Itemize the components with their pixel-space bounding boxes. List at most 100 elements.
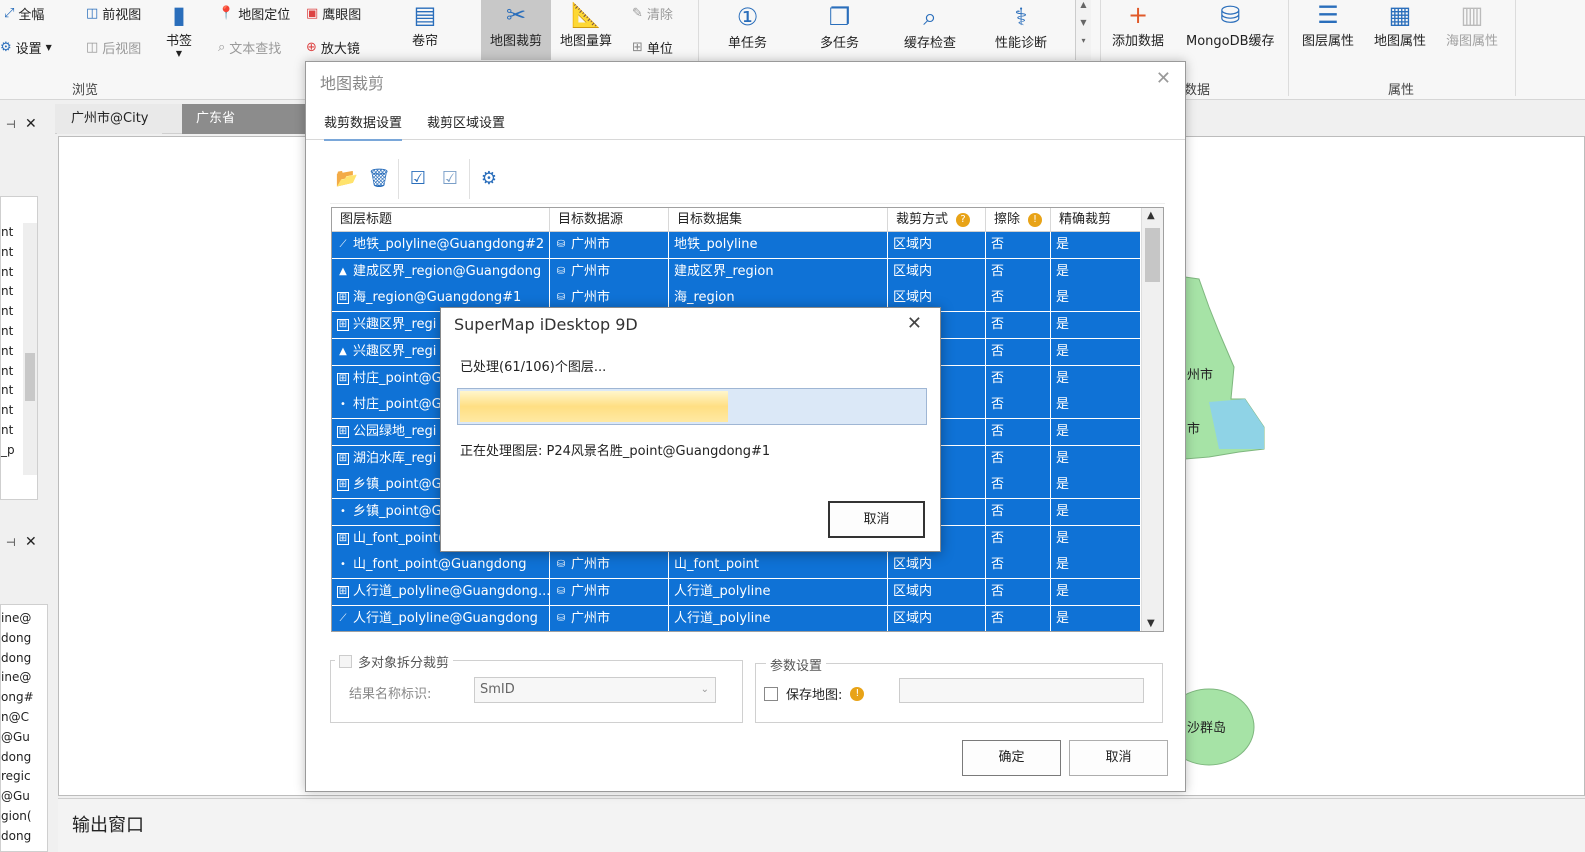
add-folder-icon[interactable]: 📂 — [334, 166, 360, 192]
table-cell-exact[interactable]: 是 — [1051, 526, 1140, 552]
table-row[interactable]: ▲ 建成区界_region@Guangdong ⛁ 广州市 建成区界_region 区域内… — [332, 258, 1140, 286]
table-cell-erase[interactable]: 否 — [986, 312, 1051, 339]
delete-icon[interactable]: 🗑 — [366, 166, 392, 192]
single-task-button[interactable]: ① 单任务 — [728, 2, 767, 51]
table-cell-erase[interactable]: 否 — [986, 552, 1051, 579]
scrollbar-thumb[interactable] — [25, 353, 35, 401]
table-cell-exact[interactable]: 是 — [1051, 446, 1140, 472]
tree-item[interactable]: nt — [1, 304, 13, 318]
help-icon[interactable]: ? — [956, 213, 971, 227]
table-cell-mode[interactable]: 区域内 — [888, 552, 986, 579]
gallery-scrollbar[interactable]: ▲ ▼ ▾ — [1075, 0, 1091, 60]
tree-item[interactable]: nt — [1, 364, 13, 378]
table-cell-erase[interactable]: 否 — [986, 499, 1051, 525]
pin-icon[interactable]: ⊣ — [6, 118, 16, 131]
table-cell-src[interactable]: ⛁ 广州市 — [550, 258, 669, 285]
tab-clip-data-settings[interactable]: 裁剪数据设置 — [324, 112, 403, 141]
table-cell-title[interactable]: • 山_font_point@Guangdong — [332, 552, 550, 579]
tree-item[interactable]: nt — [1, 423, 13, 437]
invert-select-icon[interactable]: ☑ — [437, 166, 463, 192]
grid-scrollbar[interactable]: ▲ ▼ — [1141, 208, 1163, 631]
tree-item[interactable]: nt — [1, 383, 13, 397]
col-target-dataset[interactable]: 目标数据集 — [669, 208, 888, 232]
table-cell-exact[interactable]: 是 — [1051, 579, 1140, 605]
layer-item[interactable]: @Gu — [1, 789, 30, 803]
chart-props-button[interactable]: ▥ 海图属性 — [1446, 0, 1498, 49]
map-measure-button[interactable]: 📐 地图量算 — [560, 0, 612, 49]
table-row[interactable]: ⊞ 人行道_polyline@Guangdong... ⛁ 广州市 人行道_polyli… — [332, 579, 1140, 607]
table-cell-exact[interactable]: 是 — [1051, 606, 1140, 631]
table-cell-mode[interactable]: 区域内 — [888, 258, 986, 285]
layer-props-button[interactable]: ☰ 图层属性 — [1302, 0, 1354, 49]
tree-item[interactable]: nt — [1, 265, 13, 279]
tree-scrollbar[interactable] — [23, 223, 37, 475]
settings-button[interactable]: ⚙ 设置 ▼ — [0, 38, 52, 57]
warning-icon[interactable]: ! — [1028, 213, 1043, 227]
table-cell-mode[interactable]: 区域内 — [888, 579, 986, 606]
table-cell-exact[interactable]: 是 — [1051, 552, 1140, 578]
layer-item[interactable]: gion( — [1, 809, 32, 823]
col-erase[interactable]: 擦除! — [986, 208, 1051, 232]
table-cell-mode[interactable]: 区域内 — [888, 605, 986, 631]
layer-item[interactable]: ine@ — [1, 611, 31, 625]
table-cell-erase[interactable]: 否 — [986, 232, 1051, 258]
tree-item[interactable]: nt — [1, 245, 13, 259]
col-target-source[interactable]: 目标数据源 — [550, 208, 669, 232]
next-view-button[interactable]: ◫ 后视图 — [86, 38, 141, 57]
table-cell-erase[interactable]: 否 — [986, 365, 1051, 392]
table-cell-erase[interactable]: 否 — [986, 472, 1051, 499]
tree-item[interactable]: nt — [1, 284, 13, 298]
table-cell-exact[interactable]: 是 — [1051, 419, 1140, 445]
save-map-name-input[interactable] — [899, 678, 1144, 703]
multi-split-checkbox[interactable] — [339, 655, 352, 668]
table-cell-src[interactable]: ⛁ 广州市 — [550, 552, 669, 579]
tree-item[interactable]: nt — [1, 403, 13, 417]
layer-item[interactable]: @Gu — [1, 730, 30, 744]
chevron-down-icon[interactable]: ▼ — [1147, 618, 1155, 629]
map-props-button[interactable]: ▦ 地图属性 — [1374, 0, 1426, 49]
layer-item[interactable]: dong — [1, 631, 31, 645]
col-layer-title[interactable]: 图层标题 — [332, 208, 550, 232]
layer-item[interactable]: regic — [1, 769, 31, 783]
table-cell-exact[interactable]: 是 — [1051, 285, 1140, 311]
table-cell-erase[interactable]: 否 — [986, 285, 1051, 312]
tab-guangdong[interactable]: 广东省@Guangdong — [182, 104, 312, 134]
tree-item[interactable]: nt — [1, 225, 13, 239]
table-cell-ds[interactable]: 建成区界_region — [669, 258, 888, 285]
full-extent-button[interactable]: ⤢ 全幅 — [4, 4, 44, 23]
locate-button[interactable]: 📍 地图定位 — [218, 4, 290, 23]
result-name-select[interactable]: SmID ⌄ — [474, 677, 716, 703]
layer-item[interactable]: ong# — [1, 690, 34, 704]
tree-item[interactable]: nt — [1, 344, 13, 358]
table-cell-erase[interactable]: 否 — [986, 418, 1051, 445]
tree-item[interactable]: _p — [1, 443, 15, 457]
add-data-button[interactable]: + 添加数据 — [1112, 0, 1164, 49]
table-cell-exact[interactable]: 是 — [1051, 499, 1140, 525]
table-cell-exact[interactable]: 是 — [1051, 339, 1140, 365]
table-cell-exact[interactable]: 是 — [1051, 259, 1140, 285]
multi-task-button[interactable]: ❐ 多任务 — [820, 2, 859, 51]
progress-cancel-button[interactable]: 取消 — [828, 501, 925, 538]
table-cell-erase[interactable]: 否 — [986, 525, 1051, 552]
tab-clip-region-settings[interactable]: 裁剪区域设置 — [427, 112, 505, 139]
table-cell-title[interactable]: ⟋ 地铁_polyline@Guangdong#2 — [332, 232, 550, 258]
table-cell-ds[interactable]: 地铁_polyline — [669, 232, 888, 258]
layer-item[interactable]: dong — [1, 750, 31, 764]
unit-button[interactable]: ⊞ 单位 — [632, 38, 673, 57]
layer-item[interactable]: dong — [1, 651, 31, 665]
table-cell-src[interactable]: ⛁ 广州市 — [550, 605, 669, 631]
close-icon[interactable]: ✕ — [25, 534, 37, 550]
save-map-checkbox[interactable] — [764, 686, 778, 701]
cancel-button[interactable]: 取消 — [1069, 740, 1168, 776]
close-icon[interactable]: ✕ — [25, 116, 37, 132]
layer-item[interactable]: ine@ — [1, 670, 31, 684]
table-row[interactable]: • 山_font_point@Guangdong ⛁ 广州市 山_font_point 区… — [332, 552, 1140, 580]
chevron-up-icon[interactable]: ▲ — [1147, 210, 1155, 221]
table-cell-exact[interactable]: 是 — [1051, 392, 1140, 418]
table-cell-erase[interactable]: 否 — [986, 338, 1051, 365]
table-cell-ds[interactable]: 人行道_polyline — [669, 579, 888, 606]
table-cell-title[interactable]: ⊞ 人行道_polyline@Guangdong... — [332, 579, 550, 606]
table-cell-erase[interactable]: 否 — [986, 445, 1051, 472]
table-cell-title[interactable]: ▲ 建成区界_region@Guangdong — [332, 258, 550, 285]
eagle-eye-button[interactable]: ▣ 鹰眼图 — [306, 4, 361, 23]
